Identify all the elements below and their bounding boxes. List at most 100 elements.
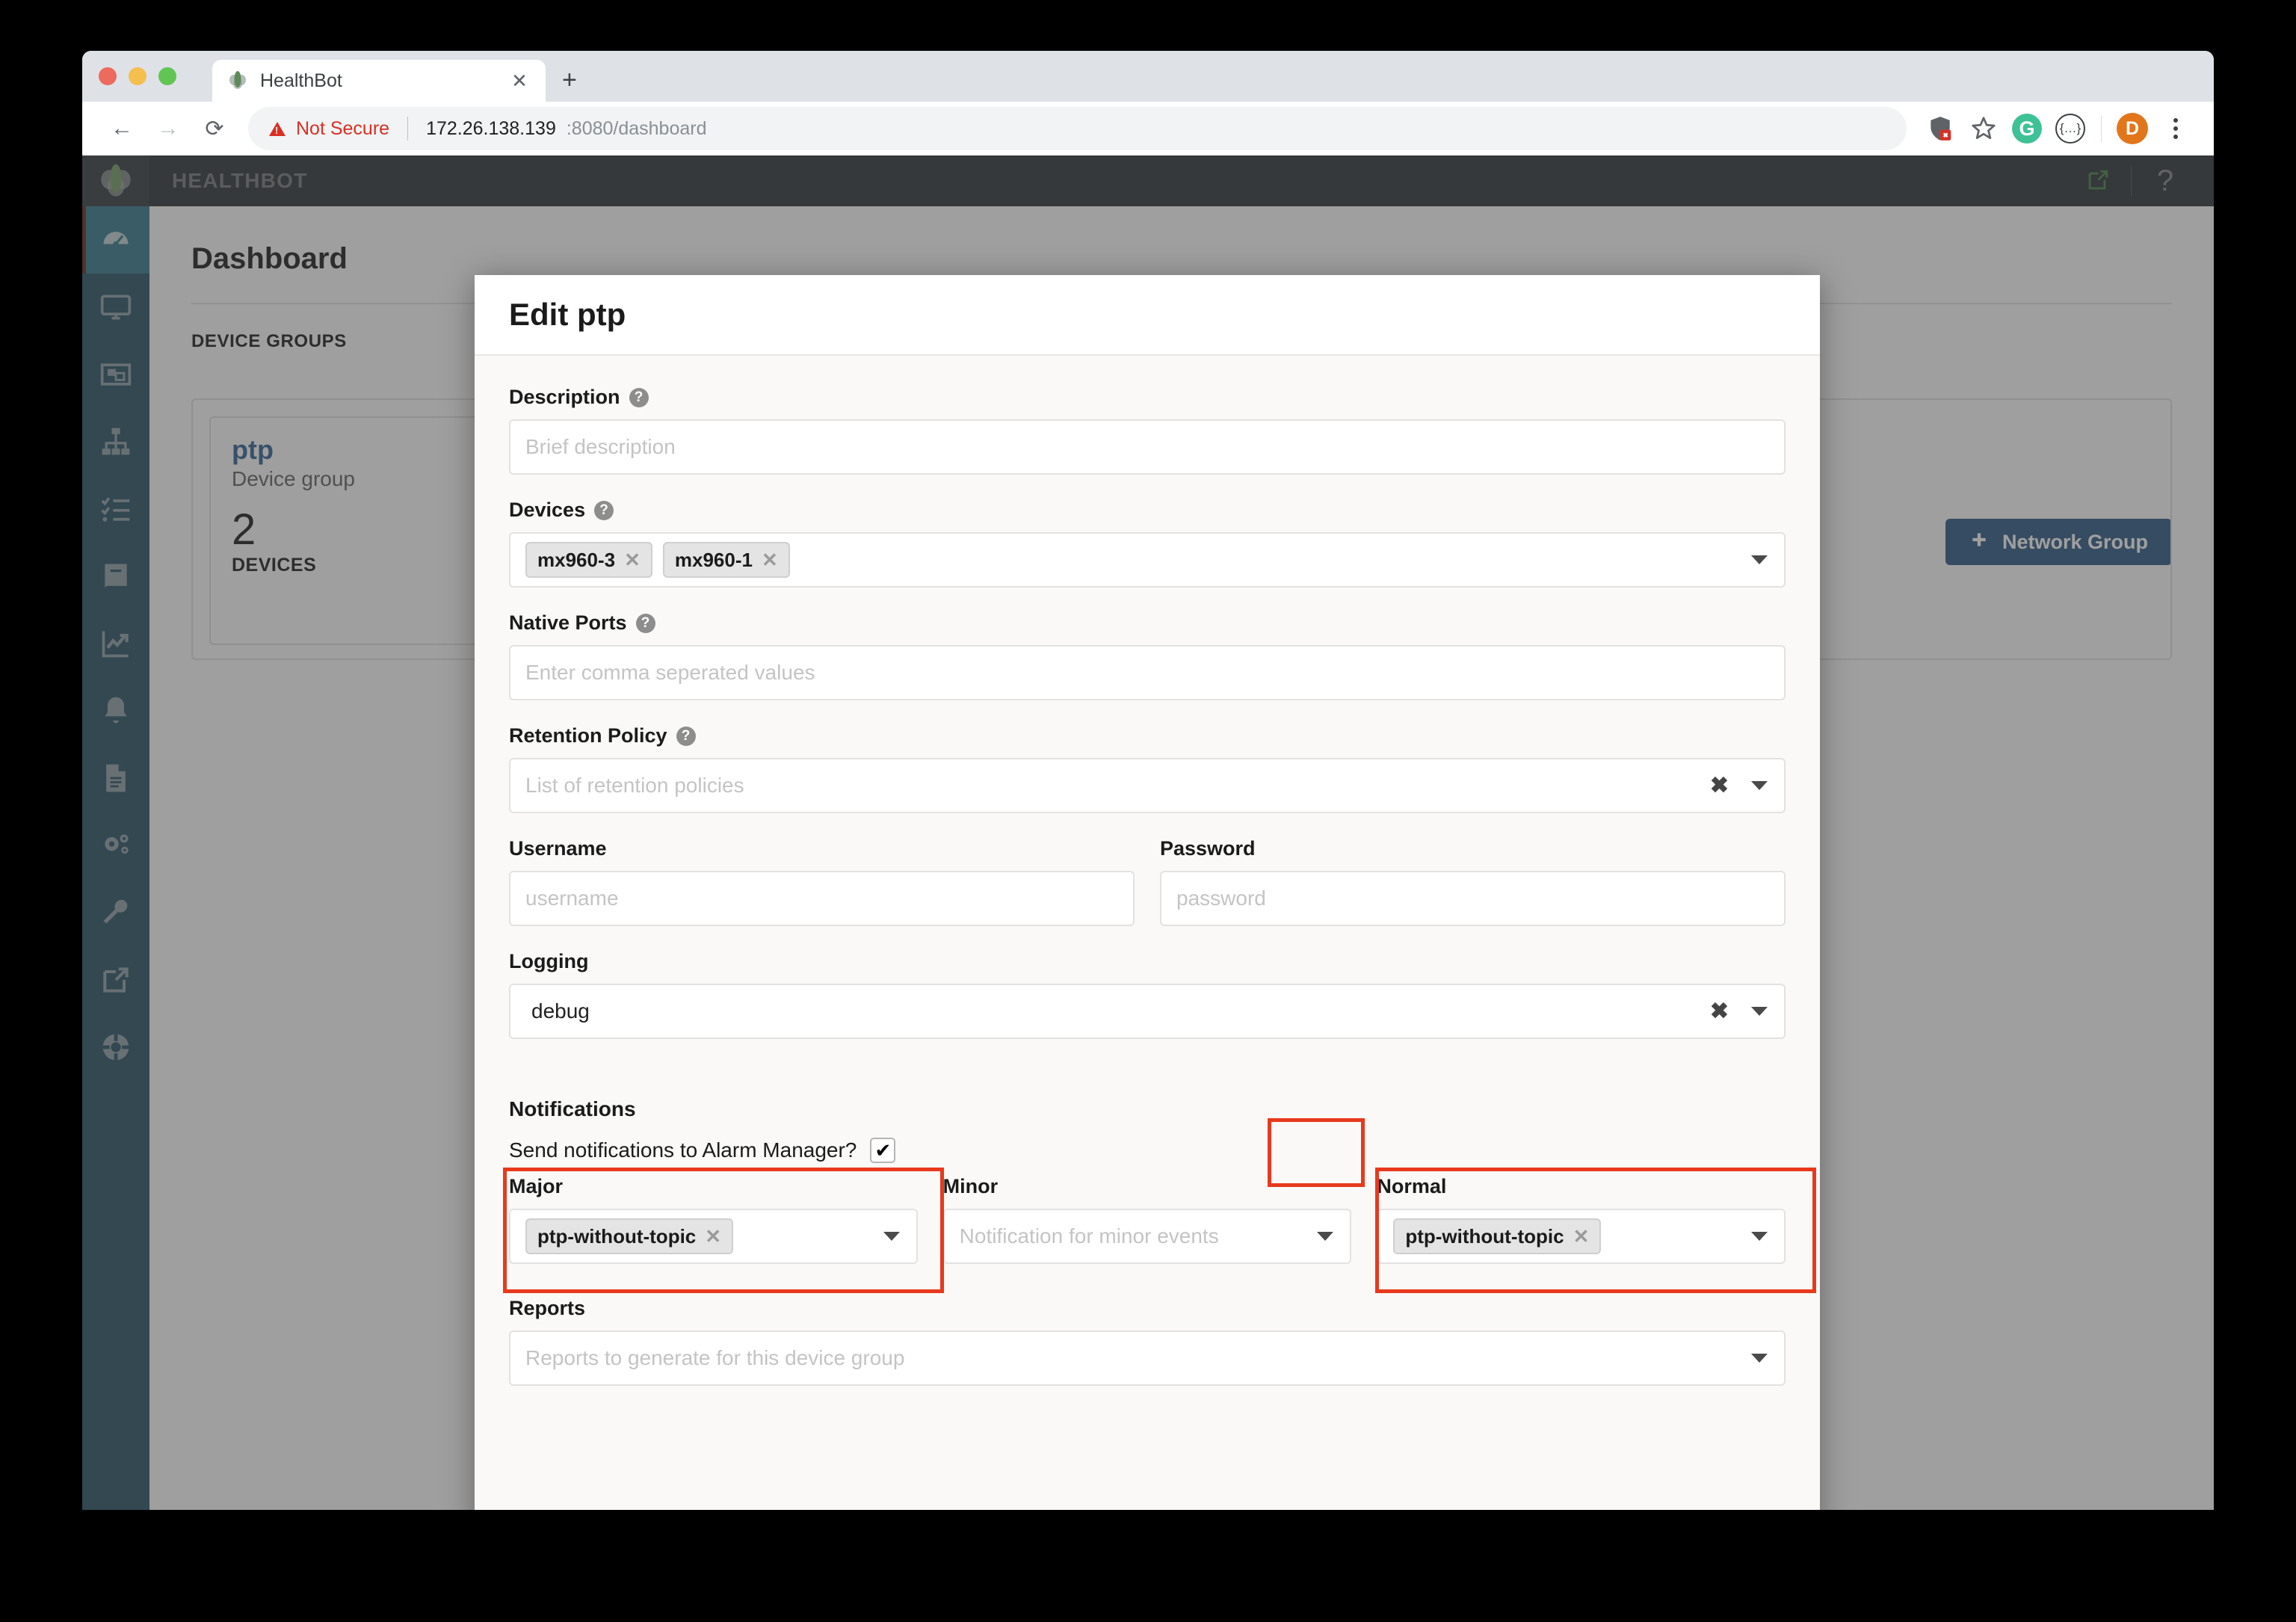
normal-label-text: Normal [1377, 1175, 1447, 1197]
normal-multiselect[interactable]: ptp-without-topic ✕ [1377, 1209, 1786, 1264]
back-button[interactable]: ← [99, 105, 145, 152]
major-label-text: Major [509, 1175, 564, 1197]
minimize-window-button[interactable] [129, 67, 146, 85]
logging-label-text: Logging [509, 950, 589, 972]
chevron-down-icon[interactable] [1751, 781, 1768, 790]
native-ports-input[interactable]: Enter comma seperated values [509, 645, 1786, 700]
json-viewer-icon[interactable]: {…} [2049, 107, 2092, 150]
chevron-down-icon[interactable] [1751, 1232, 1768, 1241]
json-viewer-glyph: {…} [2055, 114, 2085, 144]
window-controls[interactable] [99, 67, 176, 85]
devices-multiselect[interactable]: mx960-3 ✕ mx960-1 ✕ [509, 532, 1786, 588]
bookmark-star-icon[interactable] [1962, 107, 2005, 150]
username-label-text: Username [509, 837, 607, 860]
chevron-down-icon[interactable] [883, 1232, 900, 1241]
devices-label-text: Devices [509, 499, 586, 521]
browser-tab[interactable]: HealthBot ✕ [212, 60, 546, 102]
username-input[interactable]: username [509, 871, 1135, 926]
description-label-text: Description [509, 386, 620, 408]
native-ports-placeholder: Enter comma seperated values [525, 661, 815, 684]
minor-multiselect[interactable]: Notification for minor events [942, 1209, 1352, 1264]
retention-policy-field-group: Retention Policy ? List of retention pol… [509, 724, 1786, 813]
retention-policy-select[interactable]: List of retention policies ✖ [509, 758, 1786, 813]
clear-icon[interactable]: ✖ [1710, 999, 1729, 1025]
chevron-down-icon[interactable] [1751, 555, 1768, 564]
grammarly-icon[interactable] [2005, 107, 2049, 150]
alarm-manager-row: Send notifications to Alarm Manager? ✔ [509, 1118, 1786, 1187]
normal-topic-chip[interactable]: ptp-without-topic ✕ [1393, 1218, 1602, 1254]
url-path: :8080/dashboard [566, 117, 707, 139]
device-chip[interactable]: mx960-1 ✕ [662, 542, 790, 578]
close-window-button[interactable] [99, 67, 117, 85]
remove-chip-icon[interactable]: ✕ [1573, 1225, 1590, 1248]
remove-chip-icon[interactable]: ✕ [762, 549, 778, 572]
forward-button[interactable]: → [145, 105, 191, 152]
logging-field-group: Logging debug ✖ [509, 950, 1786, 1039]
major-multiselect[interactable]: ptp-without-topic ✕ [509, 1209, 918, 1264]
description-placeholder: Brief description [525, 435, 676, 458]
password-placeholder: password [1176, 886, 1266, 910]
clear-icon[interactable]: ✖ [1710, 773, 1729, 799]
address-bar[interactable]: Not Secure 172.26.138.139 :8080/dashboar… [248, 107, 1907, 150]
major-topic-label: ptp-without-topic [537, 1224, 697, 1248]
password-label-text: Password [1160, 837, 1256, 860]
logging-select[interactable]: debug ✖ [509, 984, 1786, 1039]
username-placeholder: username [525, 886, 619, 910]
device-chip[interactable]: mx960-3 ✕ [525, 542, 652, 578]
reports-label: Reports [509, 1297, 1786, 1320]
reports-label-text: Reports [509, 1297, 586, 1319]
not-secure-warning-icon [269, 121, 286, 136]
description-input[interactable]: Brief description [509, 419, 1786, 475]
major-topic-chip[interactable]: ptp-without-topic ✕ [525, 1218, 734, 1254]
profile-avatar[interactable]: D [2111, 107, 2154, 150]
toolbar-divider [2101, 115, 2102, 142]
reports-select[interactable]: Reports to generate for this device grou… [509, 1330, 1786, 1386]
remove-chip-icon[interactable]: ✕ [705, 1225, 721, 1248]
edit-device-group-dialog: Edit ptp Description ? Brief description… [475, 275, 1820, 1510]
password-input[interactable]: password [1160, 871, 1786, 926]
help-icon[interactable]: ? [676, 726, 696, 746]
chrome-menu-icon[interactable] [2154, 107, 2197, 150]
chevron-down-icon[interactable] [1751, 1007, 1768, 1016]
password-label: Password [1160, 837, 1786, 860]
retention-policy-placeholder: List of retention policies [525, 774, 744, 797]
normal-field-group: Normal ptp-without-topic ✕ [1377, 1175, 1786, 1264]
browser-toolbar: ← → ⟳ Not Secure 172.26.138.139 :8080/da… [82, 102, 2214, 155]
native-ports-label: Native Ports ? [509, 611, 1786, 635]
major-label: Major [509, 1175, 918, 1198]
shield-blocked-icon[interactable] [1919, 107, 1962, 150]
major-field-group: Major ptp-without-topic ✕ [509, 1175, 918, 1264]
help-icon[interactable]: ? [635, 613, 655, 633]
new-tab-button[interactable]: + [562, 67, 577, 93]
close-tab-icon[interactable]: ✕ [508, 71, 531, 90]
notification-severity-row: Major ptp-without-topic ✕ Minor Notifica… [503, 1168, 1816, 1293]
notifications-section-title: Notifications [509, 1097, 636, 1120]
logging-value: debug [531, 999, 590, 1023]
minor-label-text: Minor [942, 1175, 999, 1197]
description-label: Description ? [509, 386, 1786, 409]
alarm-manager-checkbox[interactable]: ✔ [870, 1138, 896, 1163]
help-icon[interactable]: ? [629, 387, 649, 407]
native-ports-label-text: Native Ports [509, 611, 627, 634]
maximize-window-button[interactable] [158, 67, 176, 85]
minor-label: Minor [943, 1175, 1352, 1198]
chevron-down-icon[interactable] [1317, 1232, 1334, 1241]
minor-field-group: Minor Notification for minor events [942, 1175, 1352, 1264]
dialog-body: Description ? Brief description Devices … [475, 356, 1820, 1510]
reports-field-group: Reports Reports to generate for this dev… [509, 1297, 1786, 1386]
minor-placeholder: Notification for minor events [959, 1224, 1219, 1248]
security-label[interactable]: Not Secure [296, 118, 389, 140]
retention-policy-label-text: Retention Policy [509, 724, 667, 747]
alarm-manager-label: Send notifications to Alarm Manager? [509, 1138, 857, 1162]
chevron-down-icon[interactable] [1751, 1354, 1768, 1363]
devices-field-group: Devices ? mx960-3 ✕ mx960-1 ✕ [509, 499, 1786, 588]
remove-chip-icon[interactable]: ✕ [624, 549, 641, 572]
dialog-title: Edit ptp [509, 297, 626, 332]
retention-policy-label: Retention Policy ? [509, 724, 1786, 747]
extension-icons: {…} D [1919, 107, 2197, 150]
reload-button[interactable]: ⟳ [191, 105, 238, 152]
normal-label: Normal [1377, 1175, 1786, 1198]
tab-title: HealthBot [260, 70, 342, 91]
help-icon[interactable]: ? [594, 500, 614, 520]
